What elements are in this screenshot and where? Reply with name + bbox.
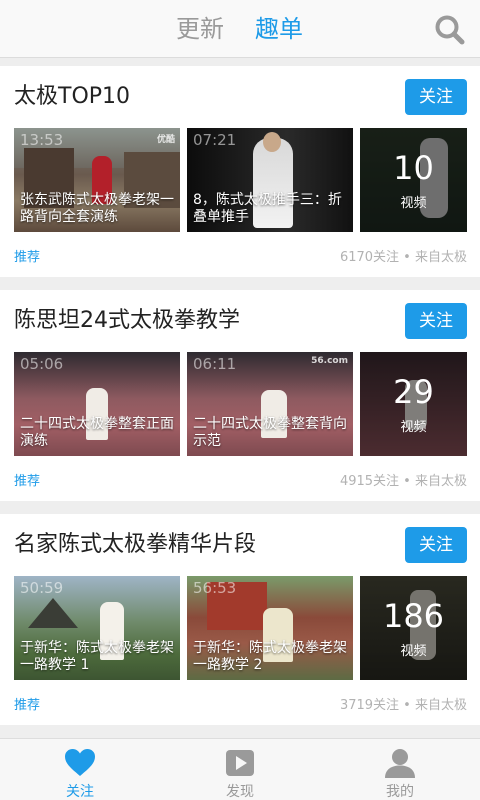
recommend-tag[interactable]: 推荐 xyxy=(14,470,40,489)
user-icon xyxy=(384,747,416,779)
video-caption: 二十四式太极拳整套背向示范 xyxy=(193,416,347,449)
search-icon[interactable] xyxy=(432,12,468,46)
video-count: 10 xyxy=(393,149,434,187)
video-count: 29 xyxy=(393,373,434,411)
tab-fun-list[interactable]: 趣单 xyxy=(255,12,303,46)
video-thumbnail[interactable]: 50:59 于新华：陈式太极拳老架一路教学 1 xyxy=(14,576,180,680)
play-icon xyxy=(224,747,256,779)
follow-button[interactable]: 关注 xyxy=(405,303,467,339)
video-thumbnail[interactable]: 56:53 于新华：陈式太极拳老架一路教学 2 xyxy=(187,576,353,680)
tab-update[interactable]: 更新 xyxy=(176,12,224,46)
video-caption: 于新华：陈式太极拳老架一路教学 2 xyxy=(193,640,347,673)
follow-button[interactable]: 关注 xyxy=(405,79,467,115)
playlist-card[interactable]: 名家陈式太极拳精华片段 关注 50:59 于新华：陈式太极拳老架一路教学 1 5… xyxy=(0,514,480,725)
video-count-unit: 视频 xyxy=(400,420,427,435)
video-count-unit: 视频 xyxy=(400,644,427,659)
video-duration: 50:59 xyxy=(20,579,64,597)
video-duration: 06:11 xyxy=(193,355,237,373)
nav-follow[interactable]: 关注 xyxy=(0,739,160,800)
video-duration: 05:06 xyxy=(20,355,64,373)
nav-label: 我的 xyxy=(386,784,414,800)
follower-meta: 3719关注 • 来自太极 xyxy=(339,698,467,713)
more-videos-tile[interactable]: 10 视频 xyxy=(360,128,467,232)
playlist-title: 陈思坦24式太极拳教学 xyxy=(14,308,240,333)
source-logo: 优酷 xyxy=(156,135,175,145)
follow-button[interactable]: 关注 xyxy=(405,527,467,563)
playlist-card[interactable]: 太极TOP10 关注 13:53 优酷 张东武陈式太极拳老架一路背向全套演练 0… xyxy=(0,66,480,277)
video-thumbnail[interactable]: 05:06 二十四式太极拳整套正面演练 xyxy=(14,352,180,456)
video-count: 186 xyxy=(382,597,445,635)
video-count-unit: 视频 xyxy=(400,196,427,211)
top-bar: 更新 趣单 xyxy=(0,0,480,58)
recommend-tag[interactable]: 推荐 xyxy=(14,246,40,265)
video-caption: 二十四式太极拳整套正面演练 xyxy=(20,416,174,449)
bottom-nav: 关注 发现 我的 xyxy=(0,738,480,800)
heart-icon xyxy=(64,747,96,779)
follower-meta: 4915关注 • 来自太极 xyxy=(339,474,467,489)
playlist-card[interactable]: 陈思坦24式太极拳教学 关注 05:06 二十四式太极拳整套正面演练 06:11… xyxy=(0,290,480,501)
nav-label: 发现 xyxy=(226,784,254,800)
video-duration: 13:53 xyxy=(20,131,64,149)
nav-mine[interactable]: 我的 xyxy=(320,739,480,800)
source-logo: 56.com xyxy=(311,356,348,366)
recommend-tag[interactable]: 推荐 xyxy=(14,694,40,713)
nav-discover[interactable]: 发现 xyxy=(160,739,320,800)
playlist-title: 太极TOP10 xyxy=(14,84,131,109)
video-duration: 07:21 xyxy=(193,131,237,149)
video-duration: 56:53 xyxy=(193,579,237,597)
playlist-title: 名家陈式太极拳精华片段 xyxy=(14,532,257,557)
more-videos-tile[interactable]: 186 视频 xyxy=(360,576,467,680)
video-thumbnail[interactable]: 07:21 8，陈式太极推手三：折叠单推手 xyxy=(187,128,353,232)
video-caption: 张东武陈式太极拳老架一路背向全套演练 xyxy=(20,192,174,225)
video-caption: 于新华：陈式太极拳老架一路教学 1 xyxy=(20,640,174,673)
nav-label: 关注 xyxy=(66,784,94,800)
video-thumbnail[interactable]: 13:53 优酷 张东武陈式太极拳老架一路背向全套演练 xyxy=(14,128,180,232)
more-videos-tile[interactable]: 29 视频 xyxy=(360,352,467,456)
video-caption: 8，陈式太极推手三：折叠单推手 xyxy=(193,192,342,225)
follower-meta: 6170关注 • 来自太极 xyxy=(339,250,467,265)
video-thumbnail[interactable]: 06:11 56.com 二十四式太极拳整套背向示范 xyxy=(187,352,353,456)
